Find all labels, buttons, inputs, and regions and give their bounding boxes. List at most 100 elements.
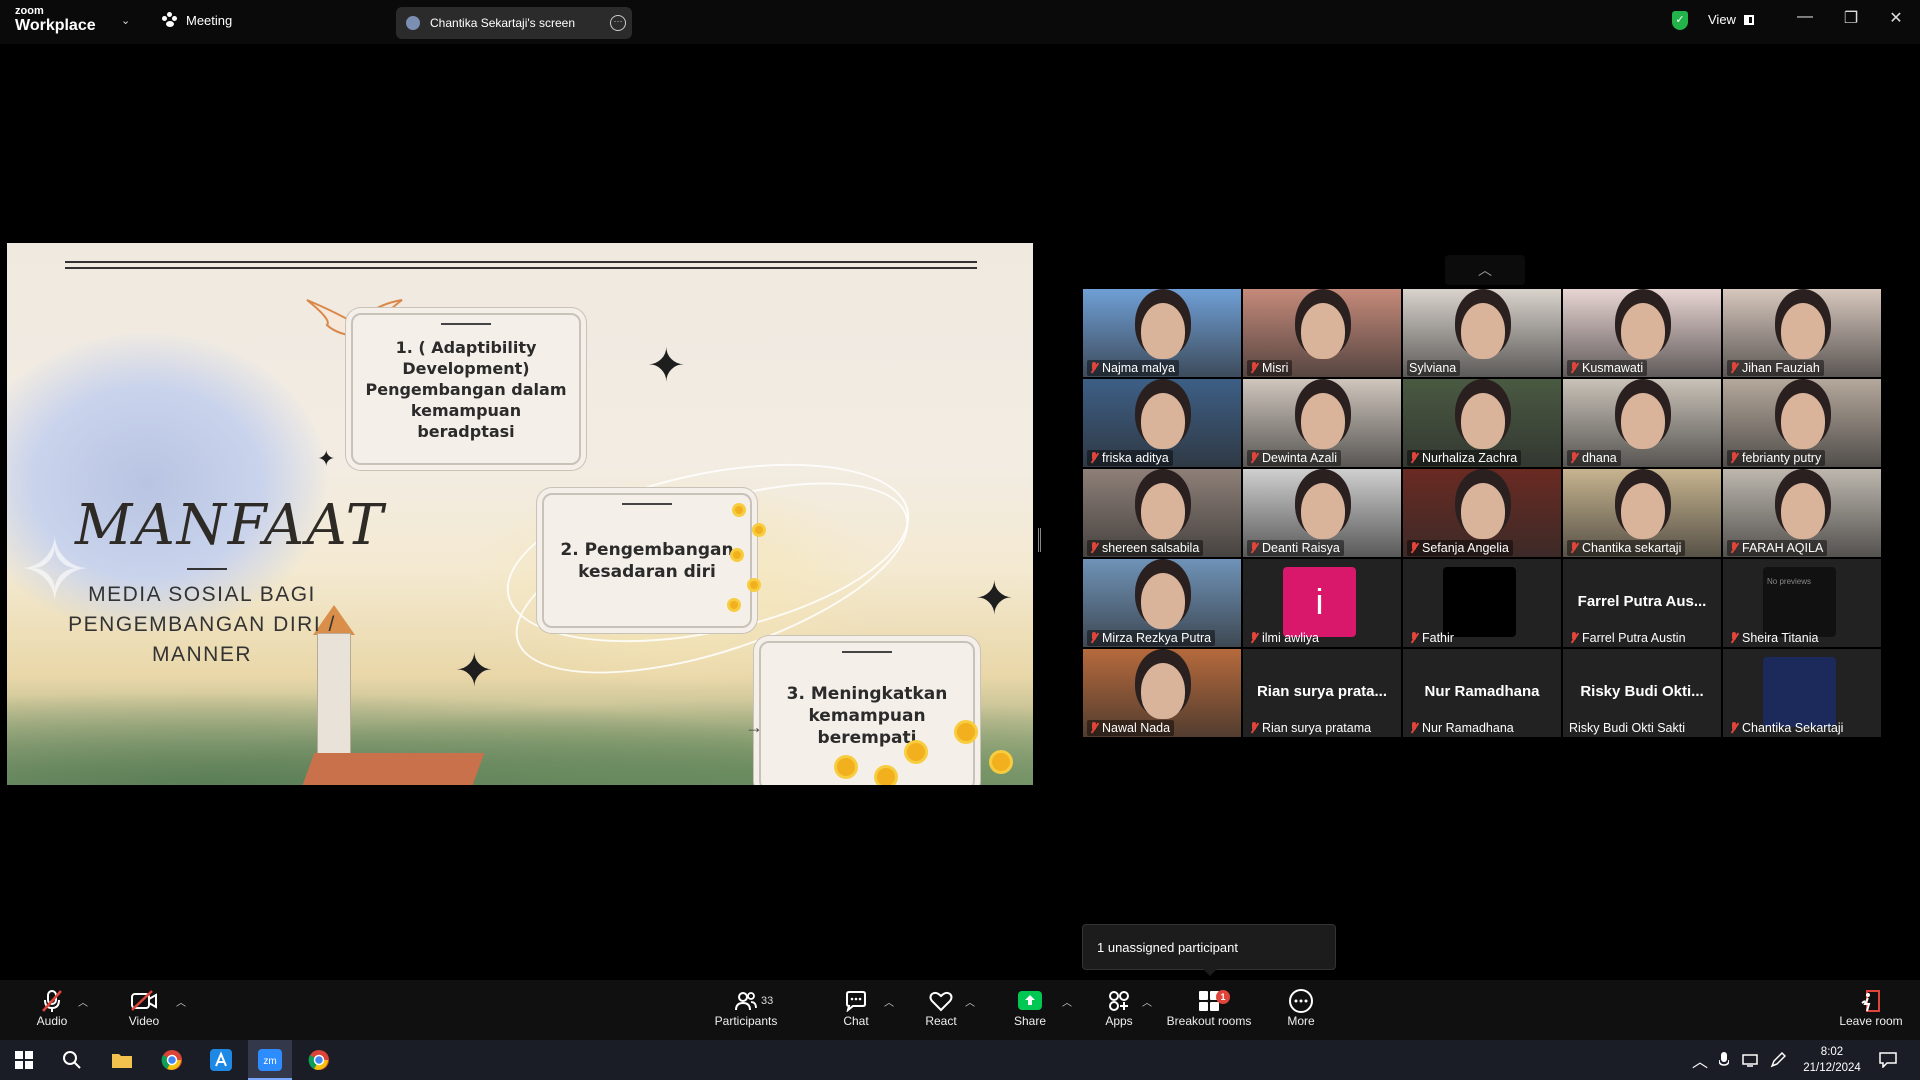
minimize-icon[interactable]: —: [1793, 8, 1817, 26]
participant-tile[interactable]: Deanti Raisya: [1242, 468, 1402, 558]
participant-tile[interactable]: febrianty putry: [1722, 378, 1882, 468]
participant-tile[interactable]: Risky Budi Okti... Risky Budi Okti Sakti: [1562, 648, 1722, 738]
participant-name: Risky Budi Okti Sakti: [1569, 721, 1686, 735]
split-view-divider[interactable]: [1038, 528, 1041, 552]
zoom-logo[interactable]: zoom Workplace: [15, 6, 96, 34]
participant-tile[interactable]: Nurhaliza Zachra: [1402, 378, 1562, 468]
zoom-app-icon[interactable]: zm: [256, 1046, 284, 1074]
participant-name-label: ilmi awliya: [1247, 630, 1323, 646]
participant-name-label: Nur Ramadhana: [1407, 720, 1518, 736]
participant-tile[interactable]: Chantika sekartaji: [1562, 468, 1722, 558]
view-button[interactable]: View: [1708, 12, 1754, 27]
react-options-caret-icon[interactable]: ︿: [965, 994, 975, 1009]
participant-display-name: Nur Ramadhana: [1424, 683, 1540, 700]
participant-tile[interactable]: Kusmawati: [1562, 288, 1722, 378]
notification-center-icon[interactable]: [1874, 1046, 1902, 1074]
view-label: View: [1708, 12, 1736, 27]
chrome-profile-icon[interactable]: [305, 1046, 333, 1074]
microphone-muted-icon: [1409, 542, 1419, 554]
sunflowers-decoration: [827, 713, 1027, 785]
clock-time: 8:02: [1820, 1046, 1844, 1058]
logo-big-text: Workplace: [15, 17, 96, 34]
participant-tile[interactable]: FARAH AQILA: [1722, 468, 1882, 558]
tray-network-icon[interactable]: [1740, 1046, 1760, 1074]
react-label: React: [925, 1014, 957, 1028]
participant-display-name: Rian surya prata...: [1256, 683, 1388, 700]
card-ornament: [441, 323, 491, 325]
participant-name-label: Kusmawati: [1567, 360, 1648, 376]
microphone-muted-icon: [1409, 722, 1419, 734]
participant-tile[interactable]: dhana: [1562, 378, 1722, 468]
tray-chevron-up-icon[interactable]: ︿: [1690, 1046, 1710, 1074]
microphone-muted-icon: [1729, 362, 1739, 374]
meeting-label: Meeting: [186, 12, 233, 28]
windows-start-icon[interactable]: [10, 1046, 38, 1074]
gallery-scroll-up-button[interactable]: ︿: [1445, 255, 1525, 285]
security-shield-icon[interactable]: ✓: [1672, 11, 1688, 30]
tray-microphone-icon[interactable]: [1714, 1046, 1734, 1074]
taskbar-clock[interactable]: 8:02 21/12/2024: [1796, 1044, 1868, 1076]
chevron-down-icon[interactable]: ⌄: [121, 14, 130, 27]
participant-avatar: i: [1283, 567, 1356, 637]
breakout-rooms-button[interactable]: 1 Breakout rooms: [1164, 988, 1254, 1028]
participant-tile[interactable]: Nawal Nada: [1082, 648, 1242, 738]
microphone-muted-icon: [1249, 542, 1259, 554]
video-options-caret-icon[interactable]: ︿: [176, 994, 186, 1009]
participant-tile[interactable]: friska aditya: [1082, 378, 1242, 468]
participant-name: Chantika sekartaji: [1582, 541, 1682, 555]
participant-tile[interactable]: Najma malya: [1082, 288, 1242, 378]
restore-icon[interactable]: ❐: [1839, 8, 1863, 28]
participant-name-label: Dewinta Azali: [1247, 450, 1342, 466]
participant-tile[interactable]: Nur Ramadhana Nur Ramadhana: [1402, 648, 1562, 738]
participant-tile[interactable]: Sylviana: [1402, 288, 1562, 378]
paw-icon: [162, 12, 178, 28]
participant-tile[interactable]: Dewinta Azali: [1242, 378, 1402, 468]
apps-options-caret-icon[interactable]: ︿: [1142, 994, 1152, 1009]
participant-gallery: Najma malya Misri Sylviana Kusmawati Jihan F…: [1082, 288, 1882, 738]
more-button[interactable]: More: [1256, 988, 1346, 1028]
participant-name: Nur Ramadhana: [1422, 721, 1514, 735]
participant-name-label: Chantika sekartaji: [1567, 540, 1686, 556]
participant-video-feed: [1621, 393, 1665, 449]
file-explorer-icon[interactable]: [108, 1046, 136, 1074]
point-text-1: 1. ( Adaptibility Development) Pengemban…: [365, 337, 567, 441]
participants-icon: [701, 988, 791, 1014]
clock-date: 21/12/2024: [1803, 1062, 1861, 1074]
participant-tile[interactable]: Rian surya prata... Rian surya pratama: [1242, 648, 1402, 738]
participant-tile[interactable]: Chantika Sekartaji: [1722, 648, 1882, 738]
participant-name-label: friska aditya: [1087, 450, 1173, 466]
audio-options-caret-icon[interactable]: ︿: [78, 994, 88, 1009]
participant-tile[interactable]: No previews Sheira Titania: [1722, 558, 1882, 648]
sparkle-outline-icon: ✧: [17, 521, 93, 621]
chrome-icon[interactable]: [158, 1046, 186, 1074]
leave-room-button[interactable]: Leave room: [1826, 988, 1916, 1028]
participant-tile[interactable]: Sefanja Angelia: [1402, 468, 1562, 558]
participant-video-feed: [1141, 663, 1185, 719]
participant-tile[interactable]: Fathir: [1402, 558, 1562, 648]
participant-tile[interactable]: Misri: [1242, 288, 1402, 378]
participant-name: ilmi awliya: [1262, 631, 1319, 645]
participant-tile[interactable]: Mirza Rezkya Putra: [1082, 558, 1242, 648]
participant-video-feed: [1141, 483, 1185, 539]
participant-name: Deanti Raisya: [1262, 541, 1340, 555]
chat-options-caret-icon[interactable]: ︿: [884, 994, 894, 1009]
point-card-1: 1. ( Adaptibility Development) Pengemban…: [351, 313, 581, 465]
more-options-icon[interactable]: ···: [610, 15, 626, 31]
close-icon[interactable]: ✕: [1884, 8, 1908, 28]
share-options-caret-icon[interactable]: ︿: [1062, 994, 1072, 1009]
participant-name-label: Jihan Fauziah: [1727, 360, 1824, 376]
tray-pen-icon[interactable]: [1768, 1046, 1788, 1074]
app-store-icon[interactable]: [207, 1046, 235, 1074]
screen-share-indicator[interactable]: Chantika Sekartaji's screen ···: [396, 7, 632, 39]
slide-title: MANFAAT: [75, 493, 385, 558]
participants-button[interactable]: 33 Participants: [701, 988, 791, 1028]
participant-tile[interactable]: i ilmi awliya: [1242, 558, 1402, 648]
participant-tile[interactable]: Farrel Putra Aus... Farrel Putra Austin: [1562, 558, 1722, 648]
search-icon[interactable]: [58, 1046, 86, 1074]
meeting-button[interactable]: Meeting: [162, 12, 232, 28]
participant-name-label: Misri: [1247, 360, 1293, 376]
participant-tile[interactable]: Jihan Fauziah: [1722, 288, 1882, 378]
participant-tile[interactable]: shereen salsabila: [1082, 468, 1242, 558]
participant-name-label: Farrel Putra Austin: [1567, 630, 1690, 646]
participant-video-feed: [1781, 303, 1825, 359]
